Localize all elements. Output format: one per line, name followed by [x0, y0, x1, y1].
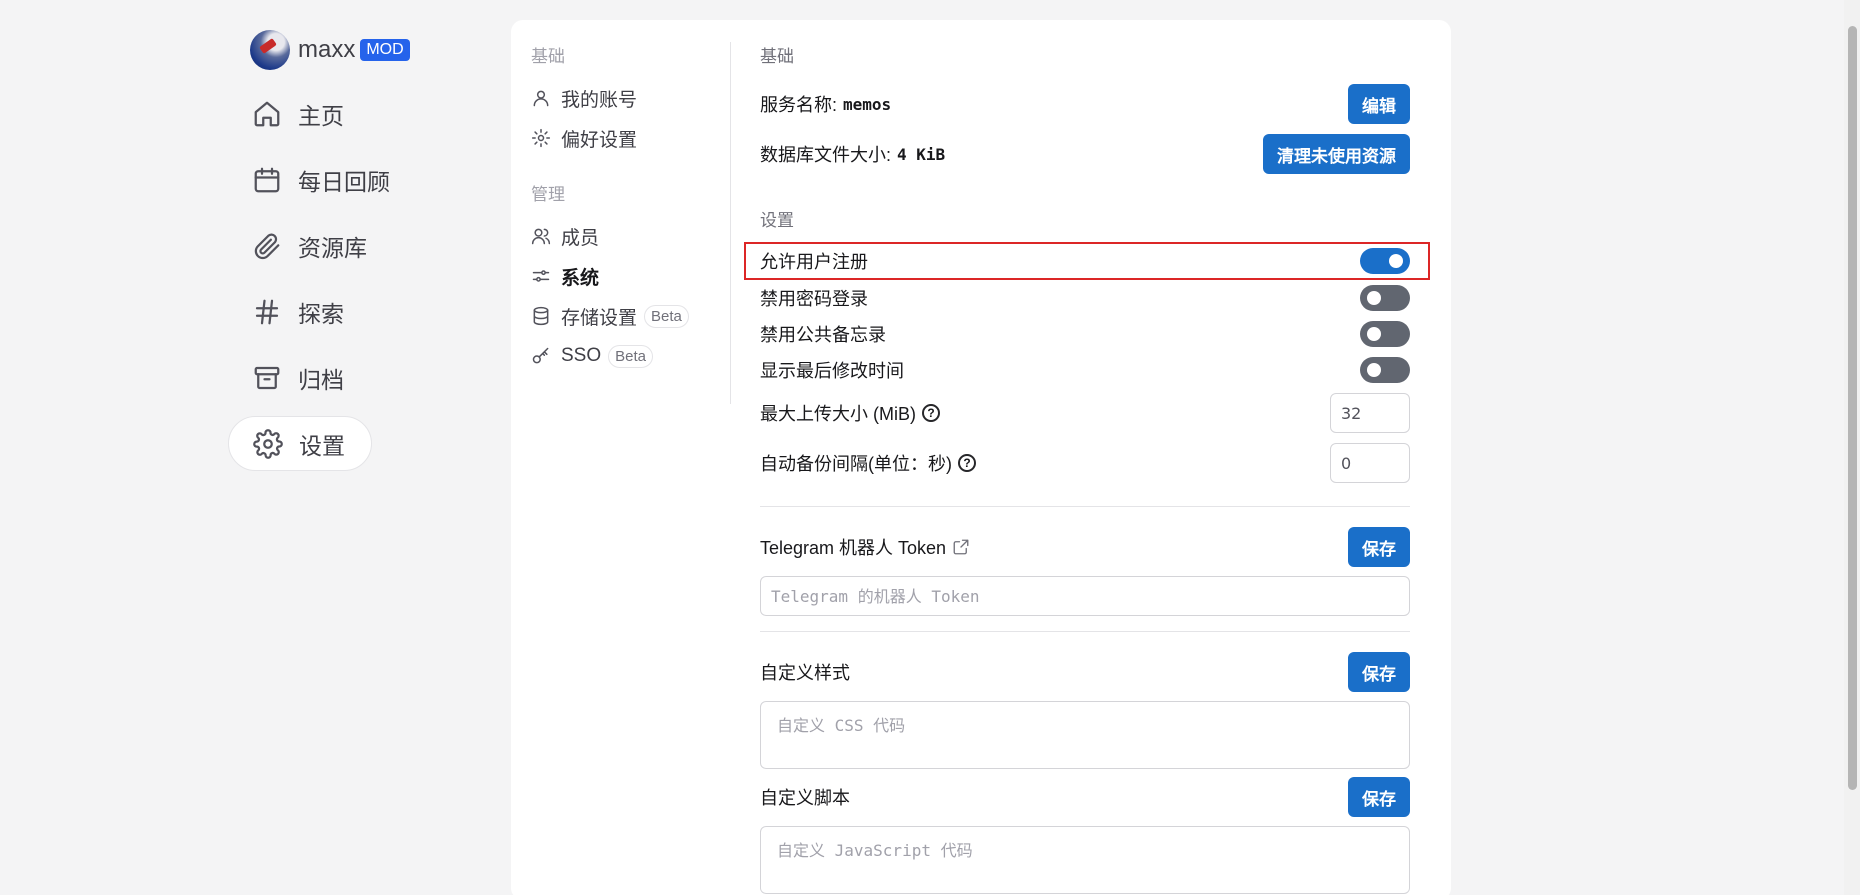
sidebar-item-label: 偏好设置: [561, 129, 638, 151]
service-name-label: 服务名称:: [760, 95, 838, 115]
hash-icon: [255, 299, 279, 324]
backup-interval-input[interactable]: [1330, 443, 1410, 483]
key-icon: [532, 347, 549, 364]
nav-item-home[interactable]: 主页: [228, 86, 370, 141]
toggle-list: 允许用户注册 禁用密码登录 禁用公共备忘录 显示最后修改时间: [744, 242, 1430, 388]
disable-public-memos-toggle[interactable]: [1360, 321, 1410, 347]
nav-item-label: 主页: [298, 102, 344, 129]
calendar-icon: [254, 167, 280, 192]
cleanup-resources-button[interactable]: 清理未使用资源: [1263, 134, 1410, 174]
nav-item-label: 每日回顾: [298, 168, 390, 195]
cog-icon: [531, 128, 551, 148]
sidebar-item-sso[interactable]: SSO Beta: [531, 336, 741, 376]
disable-password-login-toggle[interactable]: [1360, 285, 1410, 311]
db-size-row: 数据库文件大小: 4 KiB 清理未使用资源: [760, 134, 1410, 174]
gear-icon: [253, 428, 283, 459]
allow-signup-toggle[interactable]: [1360, 248, 1410, 274]
telegram-row: Telegram 机器人 Token 保存: [760, 527, 1410, 567]
nav-item-daily-review[interactable]: 每日回顾: [228, 152, 416, 207]
help-icon[interactable]: ?: [958, 454, 976, 472]
sidebar-item-members[interactable]: 成员: [531, 216, 741, 256]
page-scrollbar[interactable]: [1844, 0, 1860, 895]
telegram-token-input[interactable]: [760, 576, 1410, 616]
sidebar-divider: [730, 42, 731, 404]
toggle-label: 禁用密码登录: [760, 289, 868, 309]
custom-script-row: 自定义脚本 保存: [760, 777, 1410, 817]
custom-css-textarea[interactable]: [760, 701, 1410, 769]
nav-item-label: 探索: [298, 300, 344, 327]
toggle-label: 显示最后修改时间: [760, 361, 904, 381]
user-icon: [533, 90, 549, 107]
section-title-settings: 设置: [760, 211, 794, 230]
beta-badge: Beta: [608, 344, 653, 368]
custom-script-label: 自定义脚本: [760, 788, 850, 808]
max-upload-row: 最大上传大小 (MiB) ?: [760, 392, 1410, 434]
db-size-label: 数据库文件大小:: [760, 145, 892, 165]
section-title-basic: 基础: [760, 47, 794, 66]
toggle-row-disable-public-memos: 禁用公共备忘录: [760, 316, 1410, 352]
service-name-value: memos: [843, 94, 892, 114]
sliders-icon: [532, 270, 550, 282]
system-settings: 基础 服务名称: memos 编辑 数据库文件大小: 4 KiB 清理未使用资源…: [744, 42, 1430, 894]
service-name-row: 服务名称: memos 编辑: [760, 84, 1410, 124]
database-icon: [533, 306, 549, 326]
sidebar-item-label: SSO: [561, 345, 602, 366]
sidebar-item-system[interactable]: 系统: [531, 256, 741, 296]
nav-item-settings[interactable]: 设置: [228, 416, 372, 471]
divider: [760, 631, 1410, 632]
custom-js-textarea[interactable]: [760, 826, 1410, 894]
show-last-modified-toggle[interactable]: [1360, 357, 1410, 383]
sidebar-item-label: 系统: [561, 267, 600, 289]
sidebar-item-preferences[interactable]: 偏好设置: [531, 118, 741, 158]
nav-item-label: 资源库: [298, 234, 367, 261]
users-icon: [531, 228, 551, 245]
external-link-icon[interactable]: [952, 538, 970, 556]
nav-item-label: 归档: [298, 366, 344, 393]
home-icon: [254, 101, 280, 126]
custom-style-label: 自定义样式: [760, 663, 850, 683]
save-custom-style-button[interactable]: 保存: [1348, 652, 1410, 692]
sidebar-item-label: 我的账号: [561, 89, 638, 111]
edit-button[interactable]: 编辑: [1348, 84, 1410, 124]
sidebar-section-admin: 管理: [531, 185, 565, 204]
sidebar-item-label: 成员: [561, 227, 600, 249]
settings-sidebar: 基础 我的账号 偏好设置 管理 成员 系统 存储设置 Beta SSO Beta: [531, 42, 741, 376]
brand-avatar: [250, 30, 290, 70]
backup-interval-row: 自动备份间隔(单位：秒) ?: [760, 442, 1410, 484]
toggle-row-show-last-modified: 显示最后修改时间: [760, 352, 1410, 388]
custom-style-row: 自定义样式 保存: [760, 652, 1410, 692]
nav-item-archive[interactable]: 归档: [228, 350, 370, 405]
telegram-label: Telegram 机器人 Token: [760, 538, 947, 558]
help-icon[interactable]: ?: [922, 404, 940, 422]
archive-icon: [254, 366, 280, 389]
nav-item-explore[interactable]: 探索: [228, 284, 370, 339]
sidebar-item-label: 存储设置: [561, 307, 638, 329]
scrollbar-thumb[interactable]: [1848, 26, 1857, 790]
save-telegram-button[interactable]: 保存: [1348, 527, 1410, 567]
beta-badge: Beta: [644, 304, 689, 328]
max-upload-label: 最大上传大小 (MiB): [760, 404, 916, 424]
nav-item-resources[interactable]: 资源库: [228, 218, 393, 273]
settings-card: 基础 我的账号 偏好设置 管理 成员 系统 存储设置 Beta SSO Beta: [511, 20, 1451, 895]
divider: [760, 506, 1410, 507]
paperclip-icon: [254, 233, 280, 259]
main-navigation: maxx MOD 主页 每日回顾 资源库 探索 归档 设置: [228, 24, 488, 482]
save-custom-script-button[interactable]: 保存: [1348, 777, 1410, 817]
db-size-value: 4 KiB: [897, 144, 946, 164]
backup-interval-label: 自动备份间隔(单位：秒): [760, 454, 952, 474]
toggle-row-disable-password-login: 禁用密码登录: [760, 280, 1410, 316]
sidebar-item-my-account[interactable]: 我的账号: [531, 78, 741, 118]
nav-item-label: 设置: [299, 432, 345, 459]
toggle-label: 禁用公共备忘录: [760, 325, 886, 345]
highlight-box: [744, 242, 1430, 280]
brand[interactable]: maxx MOD: [228, 24, 488, 76]
sidebar-section-basic: 基础: [531, 47, 565, 66]
brand-name: maxx: [298, 36, 356, 63]
max-upload-input[interactable]: [1330, 393, 1410, 433]
sidebar-item-storage[interactable]: 存储设置 Beta: [531, 296, 741, 336]
brand-badge: MOD: [360, 39, 410, 61]
